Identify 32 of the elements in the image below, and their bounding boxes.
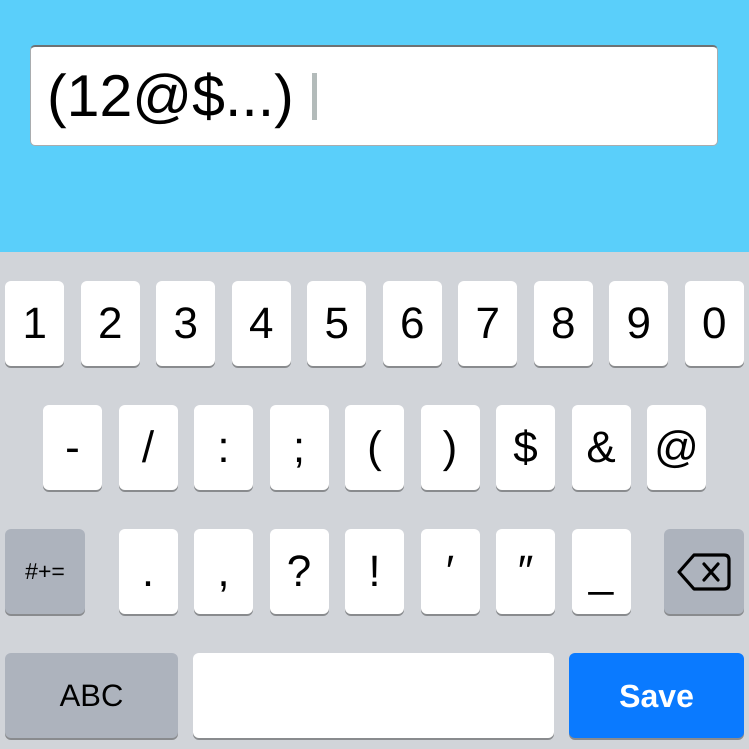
keyboard-key[interactable]: - bbox=[43, 405, 102, 490]
keyboard-key[interactable]: ; bbox=[270, 405, 328, 490]
keyboard-key[interactable]: $ bbox=[496, 405, 555, 490]
keyboard-key[interactable]: . bbox=[118, 529, 178, 614]
save-button[interactable]: Save bbox=[569, 653, 744, 738]
keyboard-key[interactable]: 1 bbox=[5, 281, 64, 366]
keyboard-key[interactable]: , bbox=[194, 529, 253, 614]
text-field[interactable]: (12@$...) bbox=[30, 45, 718, 146]
keyboard-key[interactable]: ″ bbox=[496, 529, 555, 614]
keyboard-key[interactable]: : bbox=[194, 405, 253, 490]
mode-key[interactable]: #+= bbox=[5, 529, 85, 614]
delete-key[interactable] bbox=[664, 529, 744, 614]
keyboard-key[interactable]: 0 bbox=[684, 281, 744, 366]
keyboard-key[interactable]: ? bbox=[270, 529, 328, 614]
keyboard-key[interactable]: ) bbox=[420, 405, 480, 490]
keyboard-key[interactable]: @ bbox=[647, 405, 706, 490]
keyboard-key[interactable]: 3 bbox=[156, 281, 216, 366]
backspace-icon bbox=[677, 552, 731, 590]
keyboard-key[interactable]: 5 bbox=[307, 281, 366, 366]
keyboard-key[interactable]: / bbox=[118, 405, 178, 490]
keyboard-key[interactable]: & bbox=[572, 405, 630, 490]
keyboard-key[interactable]: 9 bbox=[609, 281, 668, 366]
keyboard-key[interactable]: ( bbox=[345, 405, 404, 490]
keyboard-key[interactable]: 8 bbox=[534, 281, 593, 366]
keyboard-key[interactable]: ! bbox=[345, 529, 404, 614]
mode-key[interactable]: ABC bbox=[5, 653, 178, 738]
keyboard-key[interactable]: 6 bbox=[382, 281, 442, 366]
keyboard-key[interactable]: 4 bbox=[232, 281, 291, 366]
keyboard-key[interactable]: 2 bbox=[80, 281, 140, 366]
keyboard-key[interactable]: _ bbox=[572, 529, 630, 614]
keyboard-key[interactable]: 7 bbox=[458, 281, 518, 366]
keyboard-key[interactable]: ′ bbox=[420, 529, 480, 614]
